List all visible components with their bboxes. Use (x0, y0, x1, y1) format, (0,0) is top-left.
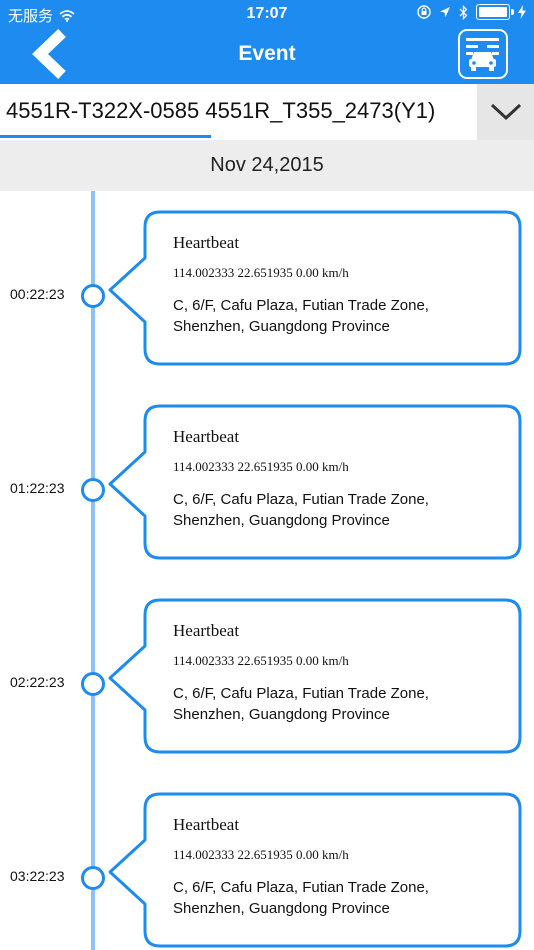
device-selector-value: 4551R-T322X-0585 4551R_T355_2473(Y1) (6, 98, 436, 123)
event-title: Heartbeat (173, 621, 240, 640)
event-item: 01:22:23 Heartbeat 114.002333 22.651935 … (0, 404, 534, 560)
status-bar: 无服务 17:07 (0, 0, 534, 28)
event-item: 02:22:23 Heartbeat 114.002333 22.651935 … (0, 598, 534, 754)
event-card-outline (108, 792, 522, 948)
timeline-dot (81, 478, 105, 502)
event-coordinates: 114.002333 22.651935 0.00 km/h (173, 265, 349, 280)
location-arrow-icon (440, 7, 450, 17)
event-title: Heartbeat (173, 427, 240, 446)
event-address: C, 6/F, Cafu Plaza, Futian Trade Zone, S… (173, 297, 429, 335)
vehicle-list-icon (466, 38, 499, 71)
battery-icon (476, 4, 514, 20)
event-item: 03:22:23 Heartbeat 114.002333 22.651935 … (0, 792, 534, 948)
event-address: C, 6/F, Cafu Plaza, Futian Trade Zone, S… (173, 879, 429, 917)
event-title: Heartbeat (173, 815, 240, 834)
timeline-dot (81, 672, 105, 696)
timeline-dot (81, 284, 105, 308)
page-title: Event (238, 42, 296, 65)
event-time: 03:22:23 (10, 868, 65, 884)
event-time: 00:22:23 (10, 286, 65, 302)
event-coordinates: 114.002333 22.651935 0.00 km/h (173, 847, 349, 862)
event-card[interactable]: Heartbeat 114.002333 22.651935 0.00 km/h… (104, 598, 524, 754)
event-card[interactable]: Heartbeat 114.002333 22.651935 0.00 km/h… (104, 792, 524, 948)
event-card-outline (108, 404, 522, 560)
charging-icon (518, 5, 526, 19)
event-card[interactable]: Heartbeat 114.002333 22.651935 0.00 km/h… (104, 210, 524, 366)
event-time: 02:22:23 (10, 674, 65, 690)
status-right (417, 4, 526, 20)
vehicle-list-button[interactable] (458, 29, 508, 79)
device-selector[interactable]: 4551R-T322X-0585 4551R_T355_2473(Y1) (0, 84, 534, 140)
app-header: 无服务 17:07 Event (0, 0, 534, 84)
event-item: 00:22:23 Heartbeat 114.002333 22.651935 … (0, 210, 534, 366)
event-title: Heartbeat (173, 233, 240, 252)
event-time: 01:22:23 (10, 480, 65, 496)
event-card[interactable]: Heartbeat 114.002333 22.651935 0.00 km/h… (104, 404, 524, 560)
event-address: C, 6/F, Cafu Plaza, Futian Trade Zone, S… (173, 491, 429, 529)
event-card-outline (108, 598, 522, 754)
rotation-lock-icon (417, 5, 431, 19)
device-selector-underline (0, 135, 211, 138)
event-card-outline (108, 210, 522, 366)
date-header: Nov 24,2015 (0, 140, 534, 191)
event-coordinates: 114.002333 22.651935 0.00 km/h (173, 459, 349, 474)
chevron-down-icon (490, 103, 521, 121)
device-dropdown-button[interactable] (477, 84, 534, 140)
event-address: C, 6/F, Cafu Plaza, Futian Trade Zone, S… (173, 685, 429, 723)
bluetooth-icon (459, 4, 468, 20)
event-coordinates: 114.002333 22.651935 0.00 km/h (173, 653, 349, 668)
event-timeline[interactable]: 00:22:23 Heartbeat 114.002333 22.651935 … (0, 191, 534, 950)
timeline-dot (81, 866, 105, 890)
